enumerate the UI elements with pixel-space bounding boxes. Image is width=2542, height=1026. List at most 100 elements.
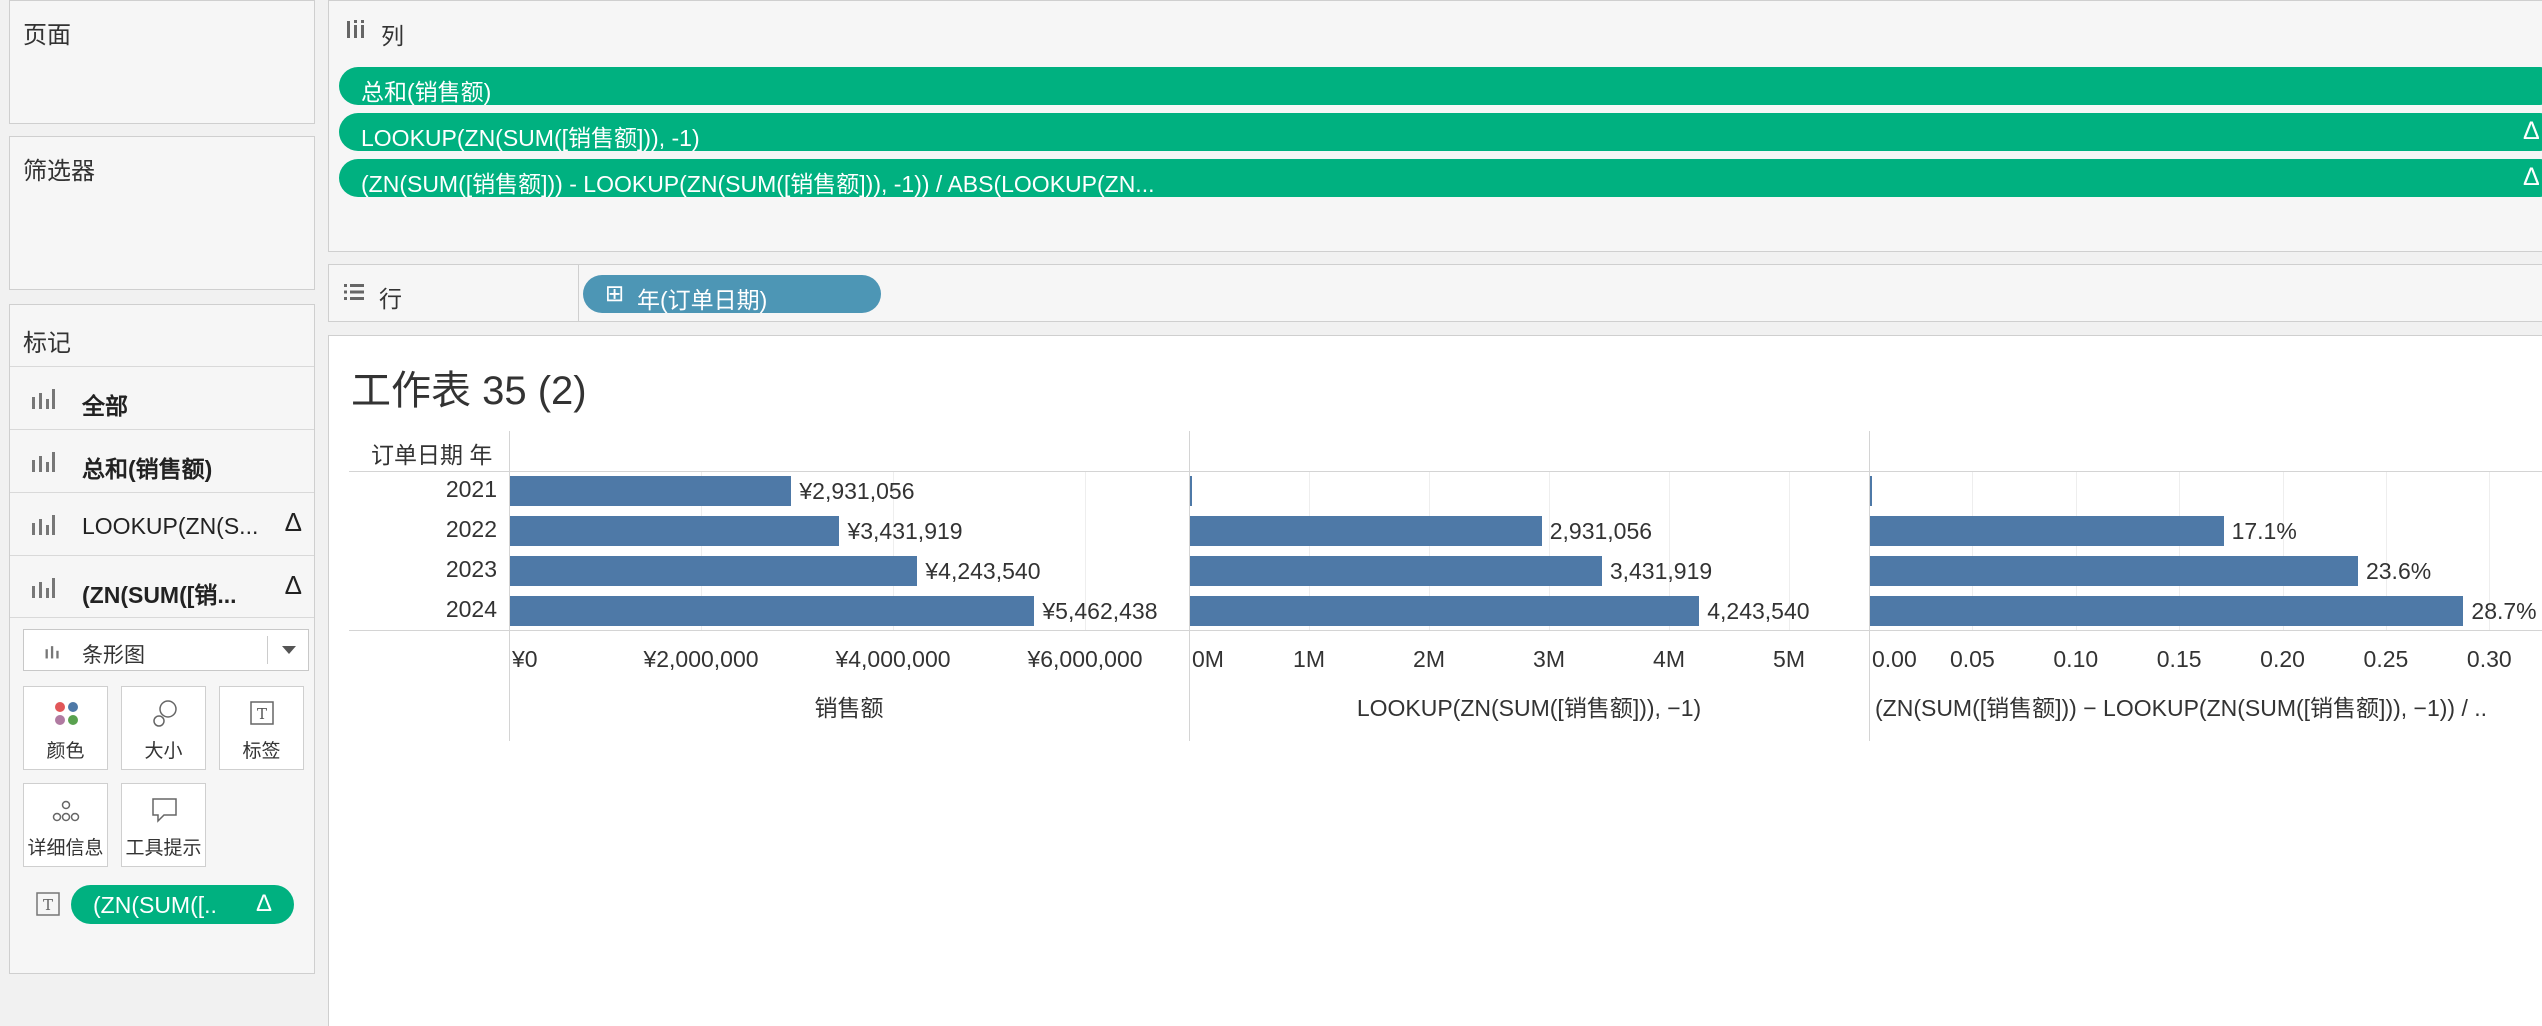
worksheet-view[interactable]: 工作表 35 (2) 订单日期 年 2021 2022 2023 2024 ¥2… [328, 335, 2542, 1026]
delta-icon: Δ [284, 570, 302, 600]
bar-2021[interactable] [1190, 476, 1192, 506]
columns-pill-sum-sales[interactable]: 总和(销售额) [339, 67, 2542, 105]
tooltip-icon [152, 798, 177, 823]
rows-pill-year[interactable]: ⊞ 年(订单日期) [583, 275, 881, 313]
pill-text: (ZN(SUM([销售额])) - LOOKUP(ZN(SUM([销售额])),… [361, 171, 1155, 197]
marks-item-sum-sales[interactable]: 总和(销售额) [10, 429, 314, 492]
axis-tick-label: ¥4,000,000 [835, 646, 951, 672]
label-icon: T [250, 701, 274, 725]
tooltip-button[interactable]: 工具提示 [121, 783, 206, 867]
data-label: ¥3,431,919 [847, 518, 963, 544]
data-label: 17.1% [2231, 518, 2297, 544]
detail-button[interactable]: 详细信息 [23, 783, 108, 867]
pill-text: 总和(销售额) [361, 79, 492, 105]
header-divider [349, 471, 2542, 472]
columns-shelf-title: 列 [381, 23, 404, 49]
bar-2022[interactable] [1190, 516, 1542, 546]
bar-2023[interactable] [1870, 556, 2358, 586]
axis-tick-label: 0.00 [1872, 646, 1917, 672]
year-label: 2022 [445, 516, 497, 542]
axis-tick-label: 0.05 [1949, 646, 1995, 672]
columns-pill-growth[interactable]: (ZN(SUM([销售额])) - LOOKUP(ZN(SUM([销售额])),… [339, 159, 2542, 197]
pill-text: 年(订单日期) [637, 287, 768, 313]
bar-2024[interactable] [1190, 596, 1700, 626]
row-header: 订单日期 年 [371, 442, 493, 468]
label-button-label: 标签 [242, 741, 281, 762]
axis-tick-label: 5M [1773, 646, 1805, 672]
color-icon [55, 702, 78, 725]
marks-item-label: 全部 [82, 393, 128, 419]
bar-2022[interactable] [510, 516, 840, 546]
label-field-pill-text: (ZN(SUM([.. [93, 892, 217, 918]
label-button[interactable]: T 标签 [219, 686, 304, 770]
delta-icon: Δ [2523, 117, 2540, 145]
axis-tick-label: ¥2,000,000 [643, 646, 759, 672]
bar-2022[interactable] [1870, 516, 2224, 546]
svg-text:T: T [43, 896, 53, 914]
color-button[interactable]: 颜色 [23, 686, 108, 770]
size-icon [153, 700, 177, 727]
bar-chart-icon [32, 515, 55, 535]
columns-pill-lookup[interactable]: LOOKUP(ZN(SUM([销售额])), -1) Δ [339, 113, 2542, 151]
bar-2023[interactable] [510, 556, 918, 586]
axis-title: LOOKUP(ZN(SUM([销售额])), −1) [1356, 695, 1702, 721]
data-label: ¥5,462,438 [1042, 598, 1158, 624]
dropdown-separator [267, 636, 268, 664]
expand-icon[interactable]: ⊞ [605, 280, 624, 307]
axis-tick-label: 0.10 [2053, 646, 2099, 672]
worksheet-title: 工作表 35 (2) [351, 369, 587, 413]
data-label: ¥2,931,056 [799, 478, 915, 504]
delta-icon: Δ [255, 890, 272, 917]
rows-icon [344, 284, 364, 300]
data-label: 4,243,540 [1707, 598, 1810, 624]
bar-2021[interactable] [1870, 476, 1872, 506]
marks-item-all[interactable]: 全部 [10, 366, 314, 429]
filters-title: 筛选器 [23, 158, 95, 185]
axis-title: 销售额 [814, 695, 884, 721]
axis-tick-label: 2M [1413, 646, 1445, 672]
mark-type-value: 条形图 [82, 644, 145, 667]
marks-item-label: (ZN(SUM([销... [82, 582, 237, 608]
rows-shelf-divider [578, 265, 579, 321]
columns-shelf: 列 总和(销售额) LOOKUP(ZN(SUM([销售额])), -1) Δ (… [328, 0, 2542, 252]
label-field-pill[interactable]: (ZN(SUM([.. Δ [71, 885, 294, 924]
rows-shelf-title: 行 [379, 286, 402, 312]
marks-card: 标记 全部 总和(销售额) LOOKUP(ZN(S... Δ (ZN(SUM([… [9, 304, 315, 974]
size-button[interactable]: 大小 [121, 686, 206, 770]
axis-tick-label: 0.20 [2260, 646, 2305, 672]
marks-item-lookup[interactable]: LOOKUP(ZN(S... Δ [10, 492, 314, 555]
mark-type-select[interactable]: 条形图 [23, 629, 309, 671]
data-label: 3,431,919 [1609, 558, 1713, 584]
marks-item-growth[interactable]: (ZN(SUM([销... Δ [10, 555, 314, 618]
axis-title: (ZN(SUM([销售额])) − LOOKUP(ZN(SUM([销售额])),… [1875, 695, 2488, 721]
data-label: 28.7% [2471, 598, 2537, 624]
filters-card[interactable]: 筛选器 [9, 136, 315, 290]
axis-tick-label: 1M [1293, 646, 1325, 672]
data-label: ¥4,243,540 [925, 558, 1041, 584]
bar-chart-icon [32, 578, 55, 598]
marks-title: 标记 [23, 330, 71, 357]
axis-baseline [349, 630, 2542, 631]
bar-chart-icon [45, 646, 59, 659]
chevron-down-icon[interactable] [282, 646, 296, 654]
axis-tick-label: 3M [1533, 646, 1565, 672]
axis-tick-label: 0.15 [2156, 646, 2202, 672]
bar-2024[interactable] [510, 596, 1035, 626]
pages-card[interactable]: 页面 [9, 0, 315, 124]
axis-tick-label: 0.30 [2466, 646, 2512, 672]
rows-shelf: 行 ⊞ 年(订单日期) [328, 264, 2542, 322]
marks-item-label: LOOKUP(ZN(S... [82, 513, 259, 539]
axis-tick-label: 0.25 [2363, 646, 2409, 672]
delta-icon: Δ [284, 507, 302, 537]
bar-2023[interactable] [1190, 556, 1602, 586]
bar-2021[interactable] [510, 476, 792, 506]
bar-2024[interactable] [1870, 596, 2464, 626]
detail-icon [52, 800, 80, 822]
label-icon: T [36, 892, 60, 916]
data-label: 23.6% [2365, 558, 2432, 584]
axis-tick-label: 4M [1653, 646, 1685, 672]
bar-chart-icon [32, 452, 55, 472]
delta-icon: Δ [2523, 163, 2540, 191]
year-label: 2021 [445, 476, 497, 502]
pages-title: 页面 [23, 22, 71, 49]
